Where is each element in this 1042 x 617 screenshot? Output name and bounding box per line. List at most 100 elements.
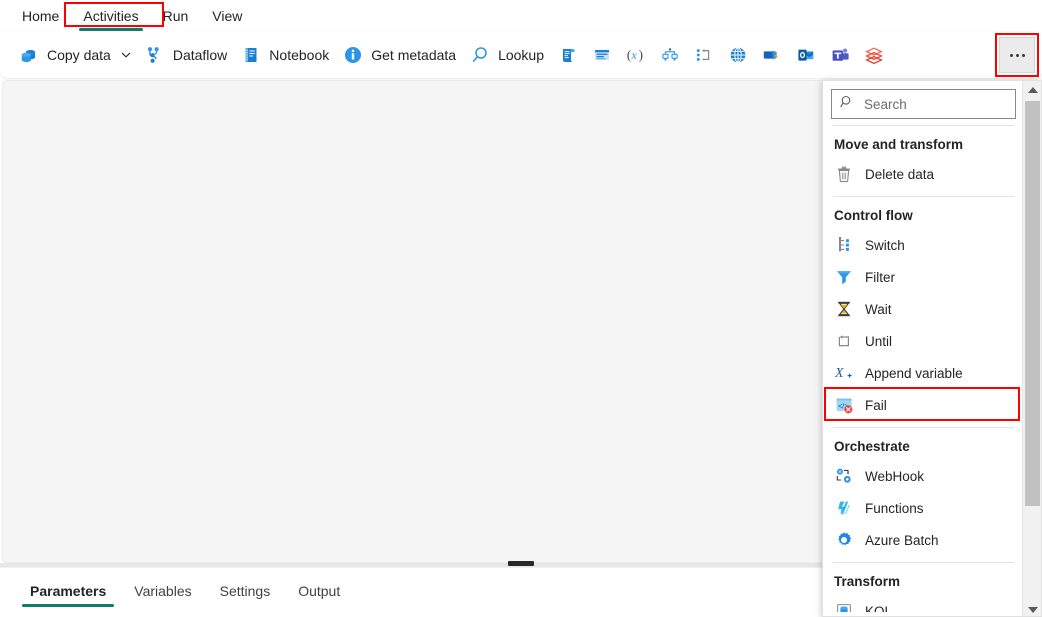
get-metadata-info-icon (343, 45, 363, 65)
group-header-transform: Transform (823, 569, 1024, 595)
tab-variables[interactable]: Variables (124, 568, 201, 614)
svg-text:X: X (834, 366, 844, 381)
toolbar-if-condition-button[interactable] (653, 39, 687, 71)
tab-output[interactable]: Output (288, 568, 350, 614)
toolbar-dataflow-button[interactable]: Dataflow (138, 39, 234, 71)
ribbon-tab-label: Run (163, 8, 189, 24)
scrollbar-thumb[interactable] (1025, 101, 1040, 506)
menu-item-until[interactable]: Until (823, 325, 1024, 357)
menu-divider (833, 125, 1014, 126)
menu-item-append-variable[interactable]: X Append variable (823, 357, 1024, 389)
toolbar-databricks-button[interactable] (857, 39, 891, 71)
toolbar-item-label: Get metadata (371, 47, 456, 63)
menu-item-label: Fail (865, 398, 887, 413)
menu-divider (833, 196, 1014, 197)
web-globe-icon (728, 45, 748, 65)
tab-label: Parameters (30, 583, 106, 599)
ribbon-tab-home[interactable]: Home (10, 0, 71, 32)
menu-divider (833, 562, 1014, 563)
menu-item-switch[interactable]: Switch (823, 229, 1024, 261)
toolbar-notebook-button[interactable]: Notebook (234, 39, 336, 71)
scroll-up-arrow-icon[interactable] (1023, 81, 1042, 98)
flyout-scrollbar[interactable] (1022, 81, 1041, 617)
toolbar-stored-procedure-button[interactable] (585, 39, 619, 71)
ellipsis-dot-icon (1016, 54, 1019, 57)
flyout-search-box[interactable] (831, 89, 1016, 119)
menu-item-label: Delete data (865, 167, 934, 182)
teams-icon (830, 45, 850, 65)
menu-item-label: Filter (865, 270, 895, 285)
append-variable-x-icon: X (834, 363, 854, 383)
tab-parameters[interactable]: Parameters (20, 568, 116, 614)
scroll-down-arrow-icon[interactable] (1023, 601, 1042, 617)
ellipsis-dot-icon (1010, 54, 1013, 57)
tab-label: Settings (220, 583, 271, 599)
hourglass-wait-icon (834, 299, 854, 319)
ribbon-tab-label: Activities (83, 8, 138, 24)
pipeline-editor-window: Home Activities Run View Copy (0, 0, 1042, 617)
menu-item-label: Functions (865, 501, 924, 516)
toolbar-web-button[interactable] (721, 39, 755, 71)
toolbar-outlook-button[interactable] (789, 39, 823, 71)
copy-data-icon (19, 45, 39, 65)
toolbar-teams-button[interactable] (823, 39, 857, 71)
svg-text:x: x (630, 48, 637, 62)
toolbar-item-label: Lookup (498, 47, 544, 63)
menu-item-label: Switch (865, 238, 905, 253)
group-header-orchestrate: Orchestrate (823, 434, 1024, 460)
menu-item-delete-data[interactable]: Delete data (823, 158, 1024, 190)
chevron-down-icon (121, 50, 131, 60)
svg-text:(: ( (627, 48, 631, 62)
tab-label: Output (298, 583, 340, 599)
search-input[interactable] (862, 96, 1007, 113)
activities-command-bar: Copy data Dataflow (0, 32, 1042, 78)
azure-function-icon (762, 45, 782, 65)
more-activities-ellipsis-button[interactable] (999, 37, 1035, 73)
menu-item-azure-batch[interactable]: Azure Batch (823, 524, 1024, 556)
search-icon (840, 95, 854, 114)
ribbon-tab-activities[interactable]: Activities (71, 0, 150, 32)
menu-item-functions[interactable]: Functions (823, 492, 1024, 524)
until-loop-icon (834, 331, 854, 351)
switch-icon (834, 235, 854, 255)
toolbar-lookup-button[interactable]: Lookup (463, 39, 551, 71)
toolbar-copy-data-button[interactable]: Copy data (12, 39, 138, 71)
menu-item-webhook[interactable]: WebHook (823, 460, 1024, 492)
flyout-scroll-content: Move and transform Delete data Control (823, 81, 1024, 617)
notebook-icon (241, 45, 261, 65)
panel-drag-handle[interactable] (508, 561, 534, 566)
toolbar-azure-function-button[interactable] (755, 39, 789, 71)
azure-batch-gear-icon (834, 530, 854, 550)
menu-item-wait[interactable]: Wait (823, 293, 1024, 325)
menu-item-filter[interactable]: Filter (823, 261, 1024, 293)
menu-item-label: Until (865, 334, 892, 349)
toolbar-item-label: Notebook (269, 47, 329, 63)
ribbon-tab-run[interactable]: Run (151, 0, 201, 32)
toolbar-script-button[interactable] (551, 39, 585, 71)
dataflow-icon (145, 45, 165, 65)
menu-item-label: Wait (865, 302, 892, 317)
menu-item-fail[interactable]: </> Fail (823, 389, 1024, 421)
trash-icon (834, 164, 854, 184)
toolbar-item-label: Copy data (47, 47, 111, 63)
toolbar-foreach-button[interactable] (687, 39, 721, 71)
filter-funnel-icon (834, 267, 854, 287)
tab-settings[interactable]: Settings (210, 568, 281, 614)
svg-text:): ) (639, 48, 643, 62)
foreach-loop-icon (694, 45, 714, 65)
tab-label: Variables (134, 583, 191, 599)
if-condition-branch-icon (660, 45, 680, 65)
toolbar-get-metadata-button[interactable]: Get metadata (336, 39, 463, 71)
ribbon-tab-view[interactable]: View (200, 0, 254, 32)
toolbar-set-variable-button[interactable]: ( x ) (619, 39, 653, 71)
menu-item-label: Append variable (865, 366, 963, 381)
menu-item-label: WebHook (865, 469, 924, 484)
fail-code-error-icon: </> (834, 395, 854, 415)
menu-divider (833, 427, 1014, 428)
activities-flyout-menu: Move and transform Delete data Control (822, 80, 1042, 617)
azure-functions-icon (834, 498, 854, 518)
ribbon-tab-label: Home (22, 8, 59, 24)
menu-item-label: Azure Batch (865, 533, 939, 548)
databricks-icon (864, 45, 884, 65)
script-scroll-icon (558, 45, 578, 65)
